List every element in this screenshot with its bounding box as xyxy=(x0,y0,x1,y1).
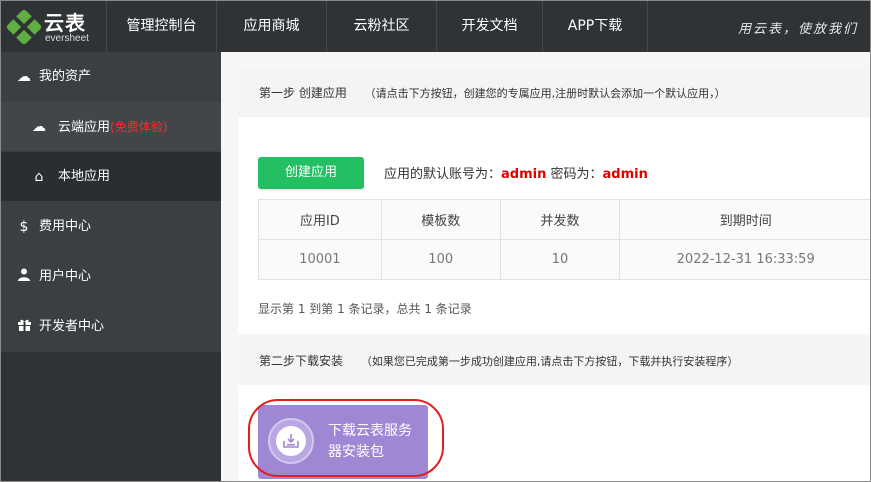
nav-app-download[interactable]: APP下载 xyxy=(542,1,648,52)
logo-text-en: eversheet xyxy=(45,33,89,44)
sidebar-item-label: 本地应用 xyxy=(58,169,111,184)
column-header[interactable]: 并发数 xyxy=(499,199,621,240)
slogan: 用云表，使放我们 xyxy=(738,22,859,37)
account-prefix: 应用的默认账号为： xyxy=(384,167,502,182)
nav-app-store[interactable]: 应用商城 xyxy=(216,1,326,52)
column-header[interactable]: 模板数 xyxy=(380,199,501,240)
download-area: 下载云表服务器安装包 xyxy=(248,399,444,481)
sidebar-item-my-assets[interactable]: ☁ 我的资产 xyxy=(1,52,221,102)
download-installer-button[interactable]: 下载云表服务器安装包 xyxy=(258,405,428,479)
table-row[interactable]: 10001 100 10 2022-12-31 16:33:59 xyxy=(258,239,870,280)
sidebar-item-label: 用户中心 xyxy=(39,269,92,284)
pagination-info: 显示第 1 到第 1 条记录，总共 1 条记录 xyxy=(258,302,472,316)
logo-mark-icon xyxy=(5,8,43,46)
sidebar-item-label: 费用中心 xyxy=(39,219,92,234)
sidebar-item-cloud-apps[interactable]: ☁ 云端应用(免费体验) xyxy=(1,102,221,152)
user-icon xyxy=(15,252,33,302)
main-nav: 管理控制台 应用商城 云粉社区 开发文档 APP下载 xyxy=(106,1,648,52)
column-header[interactable]: 到期时间 xyxy=(619,199,870,240)
sidebar-item-label: 开发者中心 xyxy=(39,319,105,334)
sidebar: ☁ 我的资产 ☁ 云端应用(免费体验) ⌂ 本地应用 $ 费用中心 用户中心 开… xyxy=(1,52,221,481)
step1-note: （请点击下方按钮，创建您的专属应用,注册时默认会添加一个默认应用，） xyxy=(364,87,726,100)
dollar-icon: $ xyxy=(19,219,29,235)
sidebar-item-developer-center[interactable]: 开发者中心 xyxy=(1,302,221,352)
default-username: admin xyxy=(501,167,547,182)
step2-title: 第二步下载安装 xyxy=(259,354,344,368)
top-bar: 云表 eversheet 管理控制台 应用商城 云粉社区 开发文档 APP下载 … xyxy=(1,1,870,52)
cell-template-count: 100 xyxy=(380,239,501,280)
step1-title: 第一步 创建应用 xyxy=(259,86,347,100)
main-content: 第一步 创建应用 （请点击下方按钮，创建您的专属应用,注册时默认会添加一个默认应… xyxy=(221,52,870,481)
sidebar-item-local-apps[interactable]: ⌂ 本地应用 xyxy=(1,152,221,202)
download-icon-circle xyxy=(268,418,314,464)
nav-community[interactable]: 云粉社区 xyxy=(326,1,436,52)
cell-expiry: 2022-12-31 16:33:59 xyxy=(619,239,870,280)
step2-header: 第二步下载安装 （如果您已完成第一步成功创建应用,请点击下方按钮，下载并执行安装… xyxy=(238,337,870,385)
default-password: admin xyxy=(602,167,648,182)
free-trial-tag: (免费体验) xyxy=(110,120,168,134)
download-icon-bg xyxy=(276,426,306,456)
download-icon xyxy=(283,434,299,448)
create-app-button[interactable]: 创建应用 xyxy=(258,157,364,189)
app-window: 云表 eversheet 管理控制台 应用商城 云粉社区 开发文档 APP下载 … xyxy=(0,0,871,482)
sidebar-item-billing[interactable]: $ 费用中心 xyxy=(1,202,221,252)
home-icon: ⌂ xyxy=(34,169,44,185)
default-account-info: 应用的默认账号为：admin 密码为：admin xyxy=(384,163,648,182)
cell-concurrency: 10 xyxy=(499,239,621,280)
nav-console[interactable]: 管理控制台 xyxy=(106,1,216,52)
step1-header: 第一步 创建应用 （请点击下方按钮，创建您的专属应用,注册时默认会添加一个默认应… xyxy=(238,69,870,117)
column-header[interactable]: 应用ID xyxy=(258,199,382,240)
account-mid: 密码为： xyxy=(546,167,603,182)
logo-text-cn: 云表 xyxy=(44,11,86,35)
cloud-icon: ☁ xyxy=(17,69,31,85)
apps-table: 应用ID 模板数 并发数 到期时间 10001 100 10 2022-12-3… xyxy=(258,199,870,280)
nav-docs[interactable]: 开发文档 xyxy=(436,1,542,52)
gift-icon xyxy=(15,302,33,352)
sidebar-item-user-center[interactable]: 用户中心 xyxy=(1,252,221,302)
step2-note: （如果您已完成第一步成功创建应用,请点击下方按钮，下载并执行安装程序） xyxy=(360,355,739,368)
cell-app-id: 10001 xyxy=(258,239,382,280)
sidebar-item-label: 云端应用 xyxy=(58,120,111,135)
sidebar-item-label: 我的资产 xyxy=(39,69,92,84)
table-header-row: 应用ID 模板数 并发数 到期时间 xyxy=(258,199,870,240)
logo[interactable]: 云表 eversheet xyxy=(5,6,107,48)
download-button-label: 下载云表服务器安装包 xyxy=(328,423,412,460)
cloud-icon: ☁ xyxy=(32,119,46,135)
step1-panel: 第一步 创建应用 （请点击下方按钮，创建您的专属应用,注册时默认会添加一个默认应… xyxy=(238,69,870,334)
